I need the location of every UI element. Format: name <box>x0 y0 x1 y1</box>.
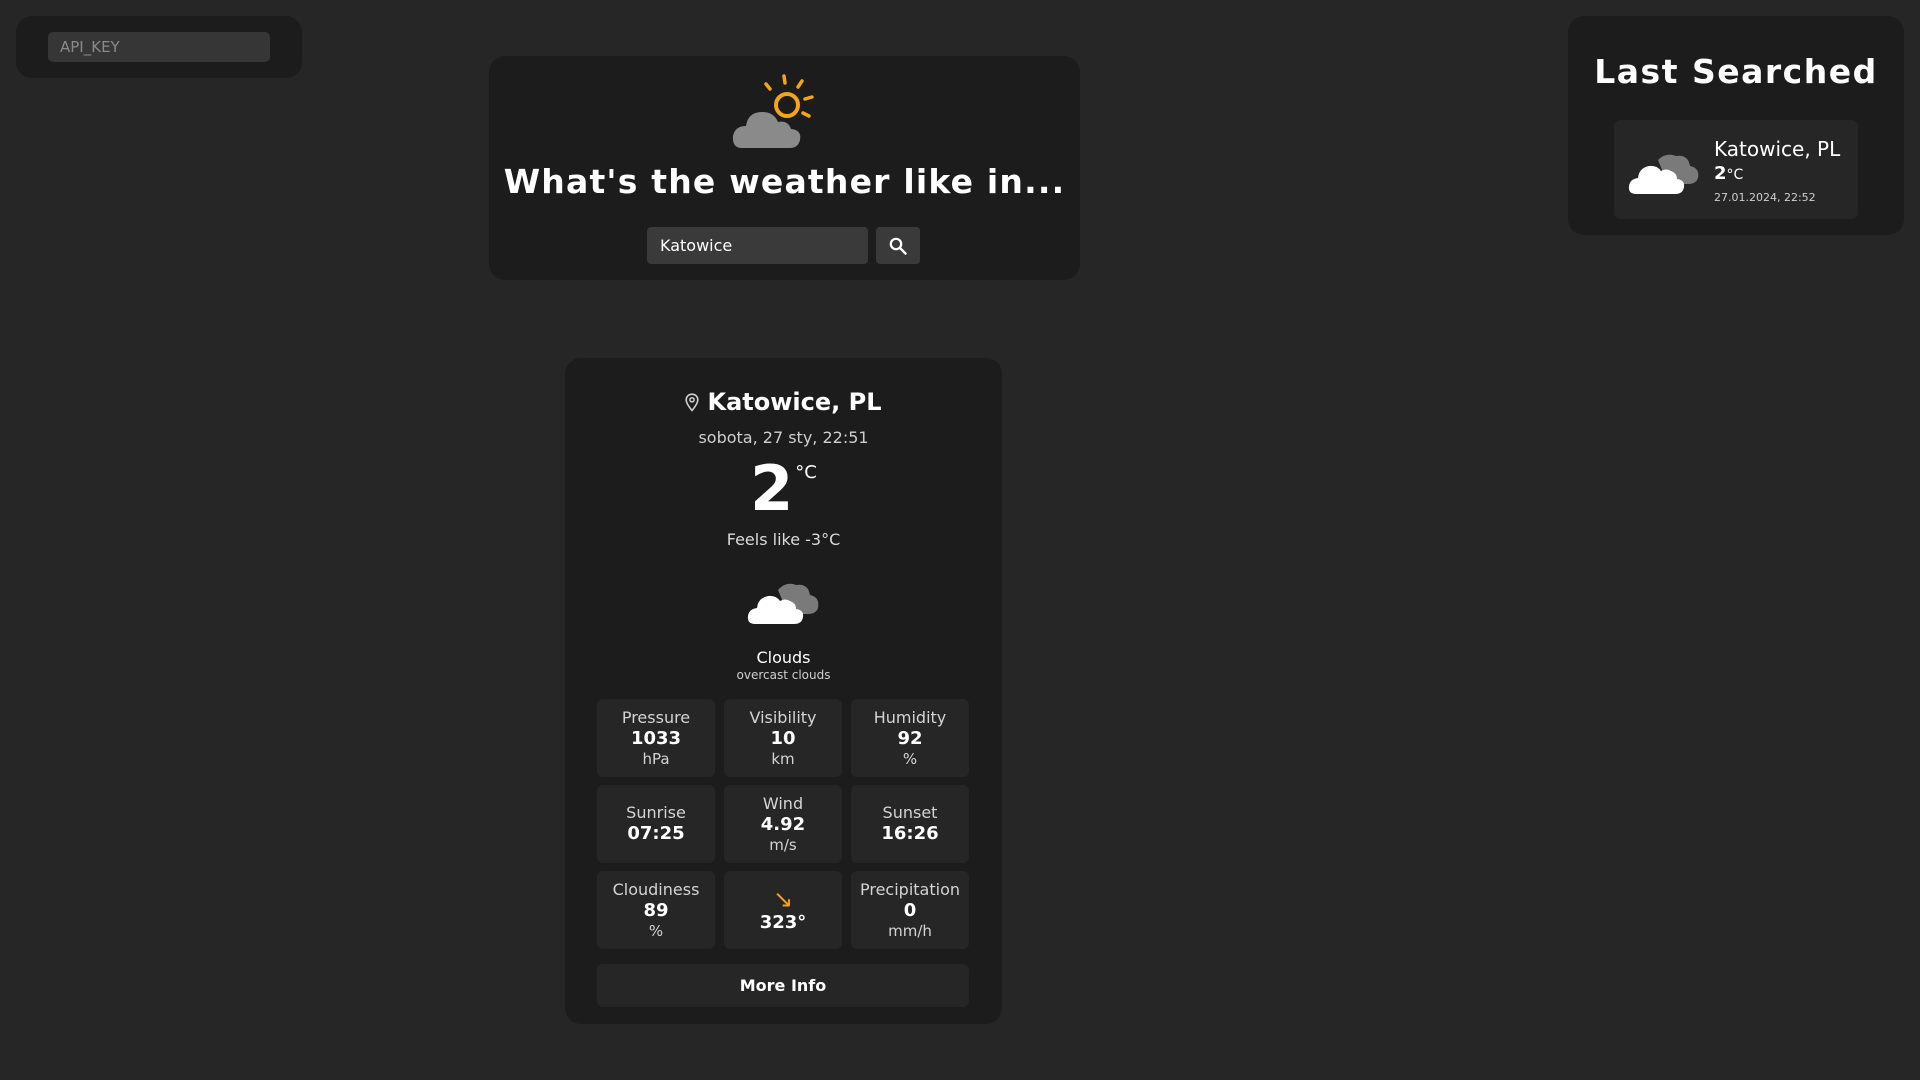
location-pin-icon <box>685 392 700 412</box>
wind-tile: Wind 4.92 m/s <box>724 785 842 863</box>
current-date: sobota, 27 sty, 22:51 <box>698 428 869 447</box>
partly-cloudy-icon <box>732 74 814 148</box>
precipitation-tile: Precipitation 0 mm/h <box>851 871 969 949</box>
last-searched-panel: Last Searched Katowice, PL 2°C 27.01.202… <box>1568 16 1904 235</box>
last-searched-title: Last Searched <box>1594 52 1878 91</box>
tile-unit: hPa <box>642 749 670 768</box>
pressure-tile: Pressure 1033 hPa <box>597 699 715 777</box>
sunset-tile: Sunset 16:26 <box>851 785 969 863</box>
city-search-input[interactable] <box>647 227 868 264</box>
tile-value: 10 <box>770 727 796 749</box>
tile-label: Visibility <box>749 707 817 727</box>
weather-card: Katowice, PL sobota, 27 sty, 22:51 2 °C … <box>565 358 1002 1024</box>
tile-value: 16:26 <box>881 823 939 844</box>
temperature: 2 °C <box>565 454 1002 520</box>
humidity-tile: Humidity 92 % <box>851 699 969 777</box>
tile-value: 4.92 <box>760 813 806 835</box>
tile-label: Humidity <box>873 707 947 727</box>
search-button[interactable] <box>876 227 920 264</box>
tile-label: Sunrise <box>626 803 686 822</box>
tile-label: Pressure <box>621 707 691 727</box>
location-row: Katowice, PL <box>565 388 1002 416</box>
tile-unit: % <box>902 749 918 768</box>
condition-main: Clouds <box>756 648 811 667</box>
tile-value: 1033 <box>630 727 682 749</box>
wind-direction-tile: ↘ 323° <box>724 871 842 949</box>
sunrise-tile: Sunrise 07:25 <box>597 785 715 863</box>
visibility-tile: Visibility 10 km <box>724 699 842 777</box>
last-searched-item[interactable]: Katowice, PL 2°C 27.01.2024, 22:52 <box>1614 120 1858 219</box>
cloud-icon <box>747 583 819 624</box>
cloud-icon <box>1628 154 1699 194</box>
tile-value: 0 <box>903 899 917 921</box>
cloudiness-tile: Cloudiness 89 % <box>597 871 715 949</box>
tile-value: 92 <box>897 727 923 749</box>
tile-unit: % <box>648 921 664 940</box>
tile-value: 323° <box>759 912 807 933</box>
last-searched-city: Katowice, PL <box>1714 137 1841 161</box>
wind-direction-arrow-icon: ↘ <box>772 885 794 913</box>
more-info-button[interactable]: More Info <box>597 964 969 1007</box>
tile-unit: mm/h <box>888 921 932 940</box>
tile-label: Sunset <box>882 803 938 822</box>
search-title: What's the weather like in... <box>503 162 1066 201</box>
last-searched-temp: 2°C <box>1714 163 1743 184</box>
city-name: Katowice, PL <box>707 388 882 416</box>
last-searched-temp-value: 2 <box>1714 163 1727 184</box>
search-panel: What's the weather like in... <box>489 56 1080 280</box>
last-searched-temp-unit: °C <box>1726 167 1744 183</box>
condition-description: overcast clouds <box>736 668 831 682</box>
tile-unit: m/s <box>769 835 797 854</box>
search-icon <box>889 237 907 255</box>
last-searched-date: 27.01.2024, 22:52 <box>1714 191 1816 204</box>
tile-label: Cloudiness <box>612 879 700 899</box>
tile-label: Wind <box>762 793 804 813</box>
tile-label: Precipitation <box>859 879 960 899</box>
feels-like: Feels like -3°C <box>726 530 841 549</box>
api-key-input[interactable] <box>48 32 270 62</box>
api-key-panel <box>16 16 302 78</box>
temperature-unit: °C <box>795 462 817 483</box>
tile-value: 07:25 <box>627 823 685 844</box>
tile-value: 89 <box>643 899 669 921</box>
temperature-value: 2 <box>750 452 794 525</box>
tile-unit: km <box>771 749 795 768</box>
